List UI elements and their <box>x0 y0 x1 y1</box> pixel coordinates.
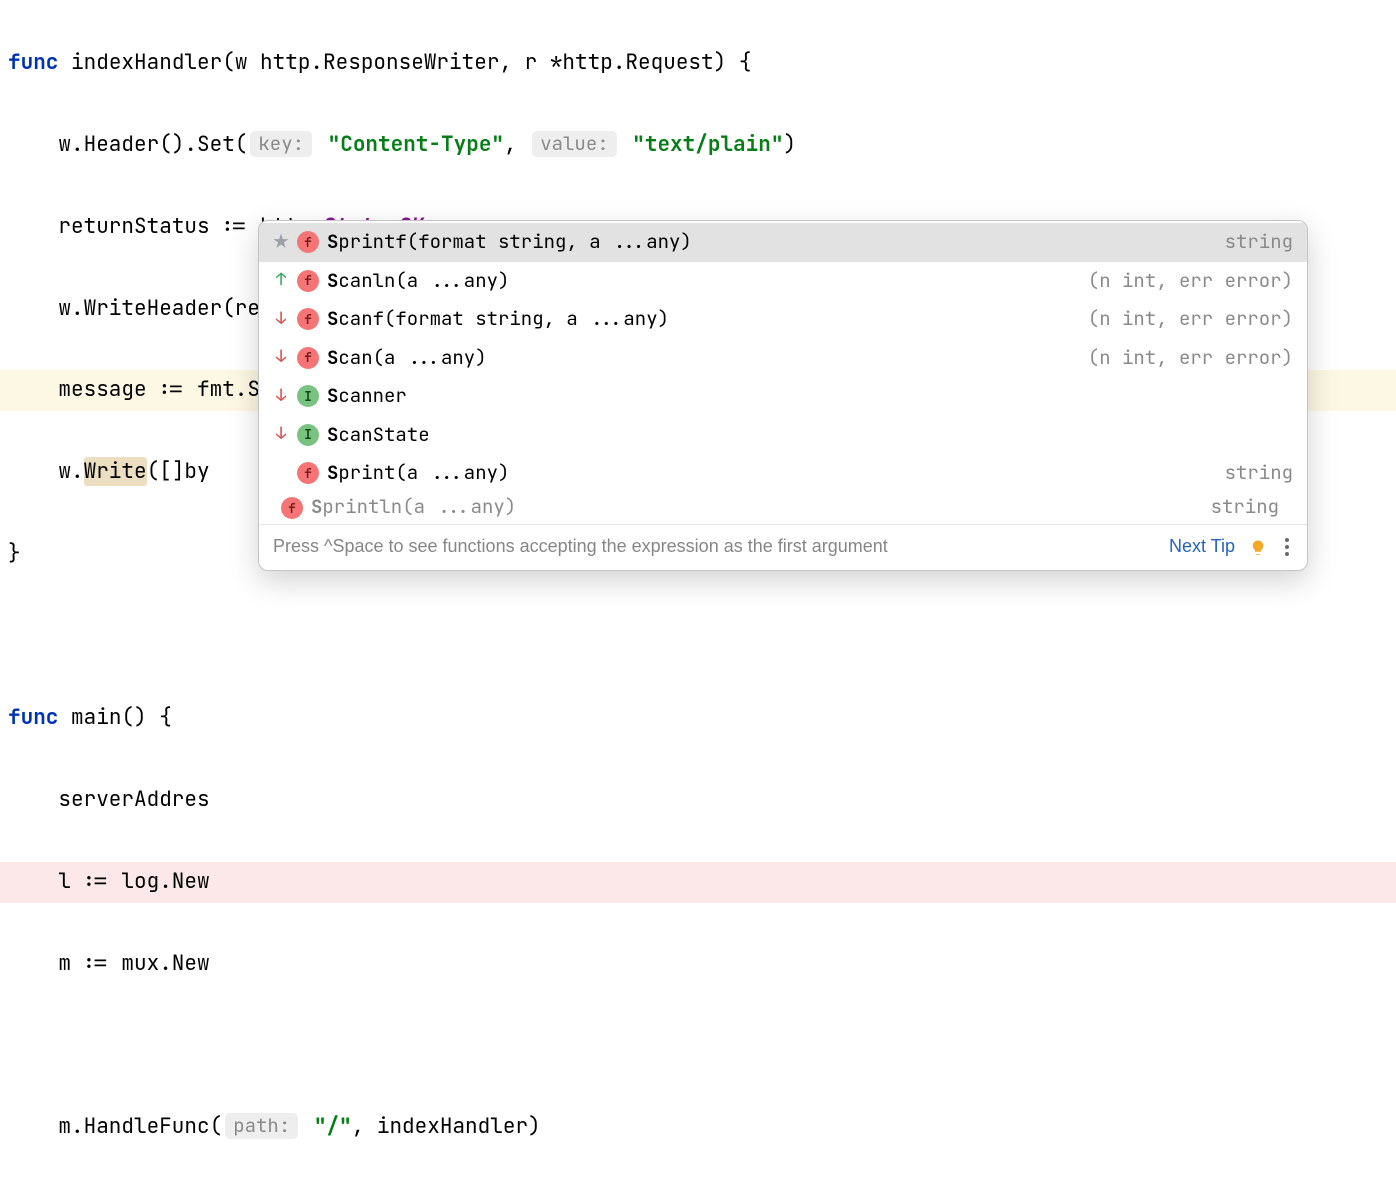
autocomplete-item[interactable]: ↓ I ScanState <box>259 416 1307 455</box>
next-tip-link[interactable]: Next Tip <box>1169 533 1235 560</box>
code-line: m.HandleFunc(path: "/", indexHandler) <box>0 1107 1396 1148</box>
interface-kind-badge: I <box>297 385 319 407</box>
function-kind-badge: f <box>297 347 319 369</box>
symbol-highlight: Write <box>84 457 147 486</box>
blank-line <box>0 1025 1396 1066</box>
arrow-down-icon: ↓ <box>273 384 289 410</box>
interface-kind-badge: I <box>297 424 319 446</box>
autocomplete-item[interactable]: ↓ I Scanner <box>259 377 1307 416</box>
footer-hint-text: Press ^Space to see functions accepting … <box>273 533 1155 560</box>
autocomplete-popup: ★ f Sprintf(format string, a ...any) string… <box>258 220 1308 571</box>
autocomplete-truncated-item[interactable]: f Sprintln(a ...any) string <box>259 493 1307 525</box>
autocomplete-footer: Press ^Space to see functions accepting … <box>259 524 1307 570</box>
autocomplete-item-label: Scanf(format string, a ...any) <box>327 305 1080 334</box>
func-sig: () { <box>121 704 171 731</box>
arrow-down-icon: ↓ <box>273 307 289 333</box>
expr: message := fmt.S <box>58 376 260 403</box>
autocomplete-item-return-type: string <box>1211 493 1293 522</box>
expr: , indexHandler) <box>352 1113 541 1140</box>
arrow-down-icon: ↓ <box>273 345 289 371</box>
func-sig: (w http.ResponseWriter, r *http.Request)… <box>222 49 751 76</box>
autocomplete-item-return-type: (n int, err error) <box>1088 267 1293 296</box>
code-line: m := mux.New <box>0 944 1396 985</box>
expr: m := mux.New <box>58 950 209 977</box>
expr: w.Header().Set( <box>58 131 247 158</box>
func-name: main <box>71 704 121 731</box>
expr: l := log.New <box>58 868 209 895</box>
arrow-up-icon: ↑ <box>273 268 289 294</box>
blank-line <box>0 616 1396 657</box>
function-kind-badge: f <box>297 231 319 253</box>
autocomplete-list[interactable]: ★ f Sprintf(format string, a ...any) string… <box>259 221 1307 493</box>
autocomplete-item-return-type: string <box>1225 459 1293 488</box>
autocomplete-item-return-type: (n int, err error) <box>1088 344 1293 373</box>
arrow-none-icon: • <box>273 461 289 487</box>
autocomplete-item-label: Scanner <box>327 382 1285 411</box>
autocomplete-item-label: Scan(a ...any) <box>327 344 1080 373</box>
string-literal: "text/plain" <box>632 131 783 158</box>
param-hint-key: key: <box>250 131 312 157</box>
autocomplete-item-return-type: string <box>1225 228 1293 257</box>
function-kind-badge: f <box>297 270 319 292</box>
arrow-down-icon: ↓ <box>273 422 289 448</box>
func-name: indexHandler <box>71 49 222 76</box>
function-kind-badge: f <box>297 462 319 484</box>
autocomplete-item-label: Sprintf(format string, a ...any) <box>327 228 1217 257</box>
autocomplete-item-return-type: (n int, err error) <box>1088 305 1293 334</box>
function-kind-badge: f <box>281 497 303 519</box>
autocomplete-item[interactable]: ↓ f Scanf(format string, a ...any) (n int, … <box>259 300 1307 339</box>
string-literal: "/" <box>314 1113 352 1140</box>
code-editor[interactable]: func indexHandler(w http.ResponseWriter,… <box>0 0 1396 1189</box>
autocomplete-item[interactable]: • f Sprint(a ...any) string <box>259 454 1307 493</box>
brace: } <box>8 540 21 567</box>
autocomplete-item[interactable]: ↑ f Scanln(a ...any) (n int, err error) <box>259 262 1307 301</box>
keyword-func: func <box>8 49 58 76</box>
code-line: func indexHandler(w http.ResponseWriter,… <box>0 43 1396 84</box>
expr: m.HandleFunc( <box>58 1113 222 1140</box>
autocomplete-item[interactable]: ★ f Sprintf(format string, a ...any) string <box>259 223 1307 262</box>
param-hint-path: path: <box>225 1113 298 1139</box>
autocomplete-item-label: Sprintln(a ...any) <box>311 494 516 519</box>
code-line: func main() { <box>0 698 1396 739</box>
expr: ([]by <box>147 458 210 485</box>
param-hint-value: value: <box>532 131 616 157</box>
expr: serverAddres <box>58 786 209 813</box>
function-kind-badge: f <box>297 308 319 330</box>
keyword-func: func <box>8 704 58 731</box>
autocomplete-item-label: Sprint(a ...any) <box>327 459 1217 488</box>
code-line-diff: l := log.New <box>0 862 1396 903</box>
autocomplete-item-label: ScanState <box>327 421 1285 450</box>
relevance-star-icon: ★ <box>273 230 289 256</box>
lightbulb-icon[interactable] <box>1249 538 1267 556</box>
code-line: w.Header().Set(key: "Content-Type", valu… <box>0 125 1396 166</box>
autocomplete-item-label: Scanln(a ...any) <box>327 267 1080 296</box>
code-line: serverAddres <box>0 780 1396 821</box>
autocomplete-item[interactable]: ↓ f Scan(a ...any) (n int, err error) <box>259 339 1307 378</box>
expr: w. <box>58 458 83 485</box>
more-options-icon[interactable] <box>1281 536 1293 558</box>
string-literal: "Content-Type" <box>328 131 504 158</box>
